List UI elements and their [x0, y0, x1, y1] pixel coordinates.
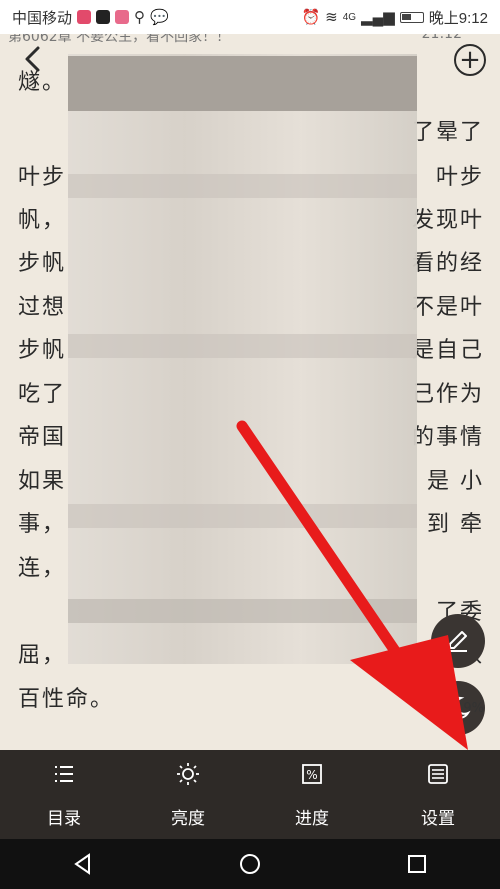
text-line-right: 不是叶: [411, 295, 484, 320]
text-line-left: 过想: [18, 295, 67, 320]
toolbar-label: 设置: [421, 809, 455, 829]
clock: 晚上9:12: [428, 9, 488, 27]
progress-icon: %: [302, 764, 322, 784]
brightness-icon: [177, 763, 199, 785]
svg-text:%: %: [306, 768, 317, 782]
network-type: 4G: [342, 11, 357, 23]
text-line-right: 了晕了: [411, 120, 484, 145]
pixel-band: [68, 334, 417, 358]
app-notification-icon-2: [115, 10, 130, 24]
text-line-left: 步帆: [18, 338, 67, 363]
text-line-right: 发现叶: [411, 208, 484, 233]
text-line-left: 事，: [18, 512, 67, 537]
text-line-left: 如果: [18, 469, 67, 494]
circle-home-icon: [239, 854, 260, 874]
settings-icon: [428, 764, 448, 784]
text-line-left: 帆，: [18, 208, 67, 233]
text-line-left: 吃了: [18, 382, 67, 407]
pixelated-overlay-top: [68, 56, 417, 111]
alarm-icon: ⏰: [301, 9, 321, 26]
nav-back-button[interactable]: [65, 846, 101, 882]
nav-home-button[interactable]: [232, 846, 268, 882]
tiktok-icon: [96, 10, 111, 24]
toolbar-progress[interactable]: % 进度: [262, 758, 362, 830]
app-notification-icon: [77, 10, 92, 24]
chat-icon: 💬: [150, 9, 169, 26]
toolbar-settings[interactable]: 设置: [388, 758, 488, 830]
list-icon: [55, 766, 73, 782]
text-line-left: 燧。: [18, 70, 67, 95]
text-line-right: 己作为: [411, 382, 484, 407]
add-bookmark-button[interactable]: +: [454, 44, 486, 76]
text-line-left: 帝国: [18, 425, 67, 450]
text-line-left: 屈，: [18, 643, 67, 668]
red-annotation-arrow: [236, 420, 468, 750]
text-line-left: 叶步: [18, 165, 67, 190]
key-icon: ⚲: [134, 9, 146, 26]
text-line-left: 连，: [18, 556, 67, 581]
text-line-right: 看的经: [411, 251, 484, 276]
carrier-label: 中国移动: [12, 9, 73, 27]
reader-toolbar: 目录 亮度 % 进度 设置: [0, 750, 500, 839]
status-bar: 中国移动 ⚲ 💬 ⏰ ≋ 4G ▂▄▆ 晚上9:12: [0, 0, 500, 34]
pixel-band: [68, 174, 417, 198]
triangle-back-icon: [74, 853, 91, 875]
signal-icon: ▂▄▆: [361, 9, 395, 26]
toolbar-label: 进度: [295, 809, 329, 829]
toolbar-contents[interactable]: 目录: [14, 758, 114, 830]
text-line-right: 是自己: [411, 338, 484, 363]
wifi-icon: ≋: [325, 9, 338, 26]
text-line-left: 步帆: [18, 251, 67, 276]
system-nav-bar: [0, 839, 500, 889]
text-line-right: 叶步: [435, 165, 484, 190]
toolbar-label: 亮度: [171, 809, 205, 829]
nav-recents-button[interactable]: [399, 846, 435, 882]
toolbar-label: 目录: [47, 809, 81, 829]
battery-icon: [399, 11, 424, 23]
chapter-number: 21:12: [421, 34, 462, 42]
square-recents-icon: [407, 855, 426, 873]
toolbar-brightness[interactable]: 亮度: [138, 758, 238, 830]
text-line-left: 百性命。: [18, 687, 115, 712]
